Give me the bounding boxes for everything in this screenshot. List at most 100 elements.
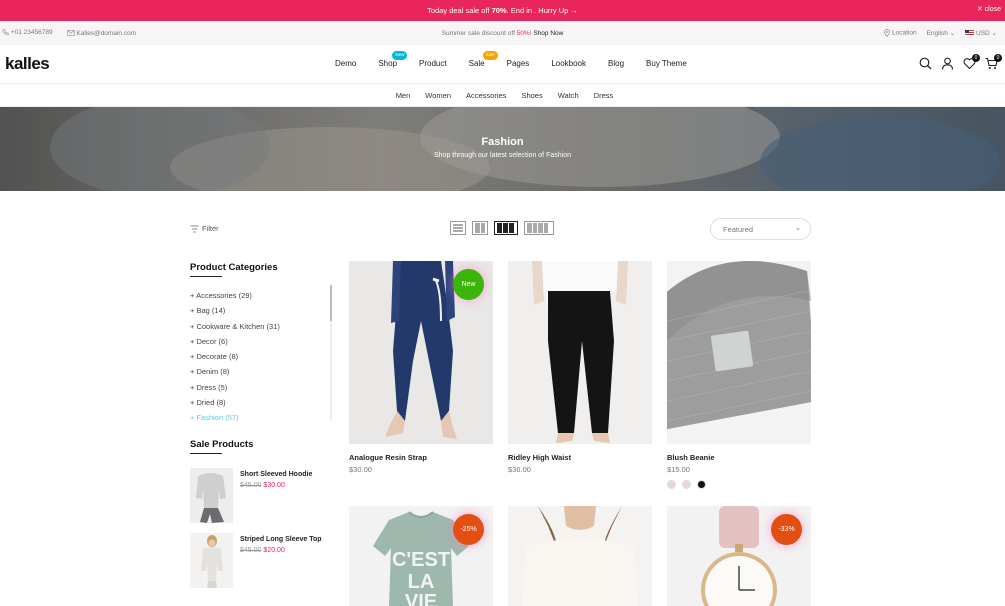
nav-item-demo[interactable]: Demo — [335, 59, 356, 68]
product-image[interactable]: -33% — [667, 506, 811, 606]
product-image[interactable]: New — [349, 261, 493, 444]
product-card[interactable]: New Analogue Resin Strap $30.00 — [349, 261, 493, 474]
product-name[interactable]: Blush Beanie — [667, 453, 811, 462]
phone-icon — [2, 29, 9, 36]
nav-item-shop[interactable]: Shop New — [378, 51, 408, 68]
product-image[interactable] — [667, 261, 811, 444]
subnav-item-watch[interactable]: Watch — [558, 91, 579, 100]
subnav-item-women[interactable]: Women — [425, 91, 451, 100]
sale-product-item[interactable]: Short Sleeved Hoodie $45.00 $30.00 — [190, 468, 335, 523]
sale-price: $30.00 — [263, 482, 285, 489]
sale-price: $20.00 — [263, 547, 285, 554]
subnav-item-accessories[interactable]: Accessories — [466, 91, 506, 100]
collection-toolbar: Filter Featured ⌄ — [0, 218, 1005, 240]
sale-badge: Sale — [482, 51, 498, 60]
category-item-dress[interactable]: + Dress (5) — [190, 383, 335, 398]
arrow-right-icon: → — [570, 6, 578, 15]
sale-product-image[interactable] — [190, 468, 233, 523]
category-item-cookware[interactable]: + Cookware & Kitchen (31) — [190, 322, 335, 337]
sale-product-name[interactable]: Striped Long Sleeve Top — [240, 536, 322, 543]
list-view-button[interactable] — [450, 221, 466, 235]
shop-now-link[interactable]: Shop Now — [533, 30, 563, 37]
sidebar: Product Categories + Accessories (29) + … — [190, 262, 335, 588]
old-price: $45.00 — [240, 547, 262, 554]
scrollbar-thumb[interactable] — [330, 285, 332, 321]
product-image[interactable]: C'EST LA VIE -25% — [349, 506, 493, 606]
user-icon — [941, 57, 954, 70]
grid-view-switcher — [450, 221, 554, 235]
category-item-decor[interactable]: + Decor (6) — [190, 337, 335, 352]
language-select[interactable]: English ⌄ — [927, 29, 956, 37]
sale-product-image[interactable] — [190, 533, 233, 588]
category-scrollbar[interactable] — [330, 285, 332, 421]
grid-4-view-button[interactable] — [524, 221, 554, 235]
filter-button[interactable]: Filter — [190, 224, 219, 233]
list-view-icon-bar — [453, 230, 463, 232]
currency-select[interactable]: USD ⌄ — [965, 29, 997, 37]
nav-item-sale[interactable]: Sale Sale — [469, 51, 498, 68]
category-item-accessories[interactable]: + Accessories (29) — [190, 291, 335, 306]
grid-2-icon — [475, 223, 480, 233]
nav-item-lookbook[interactable]: Lookbook — [551, 59, 586, 68]
wishlist-button[interactable]: 0 — [963, 54, 980, 70]
category-item-bag[interactable]: + Bag (14) — [190, 306, 335, 321]
info-bar: +01 23456789 Kalles@domain.com Summer sa… — [0, 21, 1005, 45]
nav-item-product[interactable]: Product — [419, 59, 447, 68]
product-image[interactable] — [508, 506, 652, 606]
subnav-item-dress[interactable]: Dress — [594, 91, 614, 100]
category-subnav: Men Women Accessories Shoes Watch Dress — [0, 84, 1005, 107]
color-swatches — [667, 480, 811, 489]
cart-count: 0 — [994, 54, 1002, 62]
product-card[interactable]: Ridley High Waist $36.00 — [508, 261, 652, 474]
product-card[interactable]: C'EST LA VIE -25% — [349, 506, 493, 606]
product-card[interactable]: -33% — [667, 506, 811, 606]
category-item-fashion[interactable]: + Fashion (57) — [190, 413, 335, 428]
product-name[interactable]: Ridley High Waist — [508, 453, 652, 462]
grid-3-icon-bar — [503, 223, 508, 233]
list-view-icon — [453, 224, 463, 226]
category-item-denim[interactable]: + Denim (8) — [190, 367, 335, 382]
category-item-dried[interactable]: + Dried (8) — [190, 398, 335, 413]
logo[interactable]: kalles — [5, 54, 50, 74]
color-swatch[interactable] — [697, 480, 706, 489]
nav-item-blog[interactable]: Blog — [608, 59, 624, 68]
product-photo — [508, 506, 652, 606]
product-name[interactable]: Analogue Resin Strap — [349, 453, 493, 462]
product-card[interactable]: Blush Beanie $15.00 — [667, 261, 811, 489]
chevron-down-icon: ⌄ — [949, 30, 956, 37]
list-view-icon-bar — [453, 227, 463, 229]
account-button[interactable] — [941, 57, 954, 70]
chevron-down-icon: ⌄ — [795, 225, 801, 232]
sort-select[interactable]: Featured ⌄ — [710, 218, 811, 240]
sale-product-item[interactable]: Striped Long Sleeve Top $45.00 $20.00 — [190, 533, 335, 588]
cart-button[interactable]: 0 — [985, 54, 1002, 70]
svg-text:VIE: VIE — [405, 591, 437, 606]
subnav-item-shoes[interactable]: Shoes — [521, 91, 542, 100]
search-button[interactable] — [919, 57, 932, 70]
svg-text:C'EST: C'EST — [392, 549, 450, 571]
grid-2-view-button[interactable] — [472, 221, 488, 235]
email-link[interactable]: Kalles@domain.com — [66, 30, 136, 37]
announcement-bar: Today deal sale off 70%. End in . Hurry … — [0, 0, 1005, 21]
category-list: + Accessories (29) + Bag (14) + Cookware… — [190, 285, 335, 422]
color-swatch[interactable] — [682, 480, 691, 489]
product-card[interactable] — [508, 506, 652, 606]
product-photo — [508, 261, 652, 444]
category-item-decorate[interactable]: + Decorate (8) — [190, 352, 335, 367]
phone-link[interactable]: +01 23456789 — [2, 29, 53, 37]
sale-product-name[interactable]: Short Sleeved Hoodie — [240, 471, 312, 478]
location-link[interactable]: Location — [884, 29, 917, 37]
promo-text: Summer sale discount off 50%! Shop Now — [441, 29, 564, 37]
grid-4-icon-bar — [543, 223, 548, 233]
nav-item-pages[interactable]: Pages — [507, 59, 530, 68]
nav-item-buy-theme[interactable]: Buy Theme — [646, 59, 687, 68]
site-header: kalles Demo Shop New Product Sale Sale Pag… — [0, 45, 1005, 84]
chevron-down-icon: ⌄ — [991, 30, 997, 37]
discount-label: -33% — [771, 514, 802, 545]
product-image[interactable] — [508, 261, 652, 444]
color-swatch[interactable] — [667, 480, 676, 489]
close-announcement-button[interactable]: ✕ close — [977, 5, 1001, 13]
announcement-text[interactable]: Today deal sale off 70%. End in . Hurry … — [427, 6, 578, 15]
grid-3-view-button[interactable] — [494, 221, 518, 235]
subnav-item-men[interactable]: Men — [396, 91, 411, 100]
